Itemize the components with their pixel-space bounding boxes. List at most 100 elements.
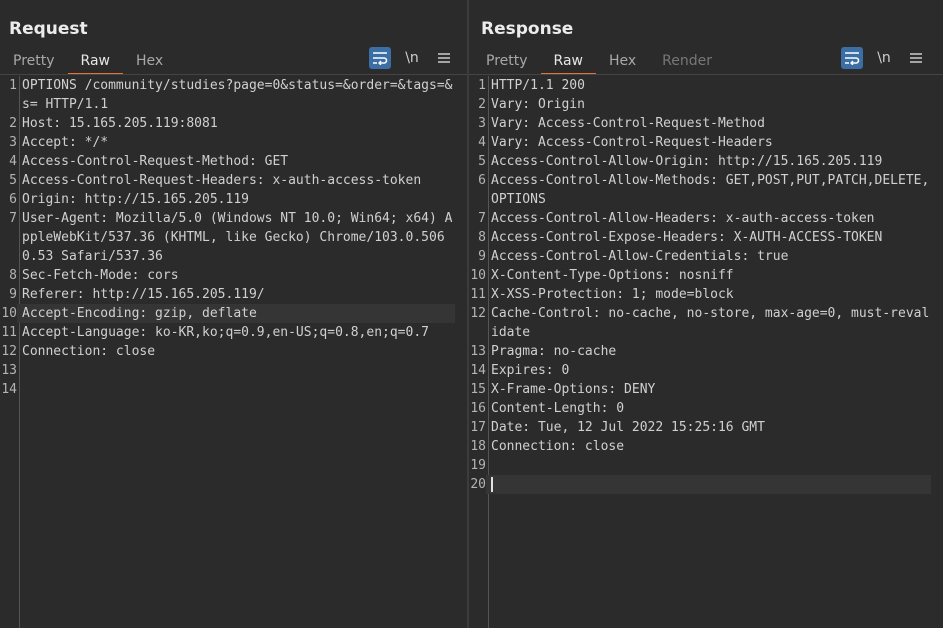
line-number: 9 — [9, 287, 17, 302]
request-tab-hex[interactable]: Hex — [123, 50, 176, 74]
show-newlines-toggle[interactable]: \n — [401, 47, 423, 69]
line-content: Accept-Language: ko-KR,ko;q=0.9,en-US;q=… — [22, 325, 429, 340]
request-editor[interactable]: 1 OPTIONS /community/studies?page=0&statu… — [0, 76, 467, 628]
request-line: 6 Origin: http://15.165.205.119 — [0, 190, 455, 209]
line-content: X-Content-Type-Options: nosniff — [491, 268, 734, 283]
line-number: 1 — [9, 78, 17, 93]
response-tab-pretty[interactable]: Pretty — [473, 50, 541, 74]
line-content: Accept: */* — [22, 135, 109, 150]
request-line: 13 — [0, 361, 455, 380]
line-content: Connection: close — [491, 439, 625, 454]
line-number: 10 — [1, 306, 17, 321]
line-text: Access-Control-Expose-Headers: X-AUTH-AC… — [486, 228, 931, 247]
show-newlines-toggle[interactable]: \n — [873, 47, 895, 69]
response-tab-render[interactable]: Render — [649, 50, 725, 74]
line-text: Access-Control-Allow-Origin: http://15.1… — [486, 152, 931, 171]
text-cursor — [491, 477, 493, 492]
line-content: Vary: Access-Control-Request-Method — [491, 116, 765, 131]
line-number: 14 — [1, 382, 17, 397]
response-line: 5 Access-Control-Allow-Origin: http://15.… — [469, 152, 931, 171]
response-menu-button[interactable] — [905, 47, 927, 69]
request-line: 1 OPTIONS /community/studies?page=0&statu… — [0, 76, 455, 114]
response-line: 19 — [469, 456, 931, 475]
response-line: 11 X-XSS-Protection: 1; mode=block — [469, 285, 931, 304]
line-text: Vary: Origin — [486, 95, 931, 114]
response-line: 14 Expires: 0 — [469, 361, 931, 380]
request-pane: Request Pretty Raw Hex \n 1 OPTIONS /commun… — [0, 0, 467, 628]
response-editor[interactable]: 1 HTTP/1.1 200 2 Vary: Origin 3 Vary: Access-… — [469, 76, 943, 628]
response-line: 6 Access-Control-Allow-Methods: GET,POST,… — [469, 171, 931, 209]
line-text: Pragma: no-cache — [486, 342, 931, 361]
response-title: Response — [481, 19, 574, 39]
request-line: 9 Referer: http://15.165.205.119/ — [0, 285, 455, 304]
line-number: 6 — [478, 173, 486, 188]
response-line: 4 Vary: Access-Control-Request-Headers — [469, 133, 931, 152]
line-number: 1 — [478, 78, 486, 93]
line-content: Origin: http://15.165.205.119 — [22, 192, 249, 207]
newline-icon: \n — [405, 50, 419, 66]
line-text: HTTP/1.1 200 — [486, 76, 931, 95]
line-number: 18 — [470, 439, 486, 454]
line-number: 5 — [478, 154, 486, 169]
line-text: Sec-Fetch-Mode: cors — [17, 266, 455, 285]
response-line: 13 Pragma: no-cache — [469, 342, 931, 361]
line-content: Referer: http://15.165.205.119/ — [22, 287, 265, 302]
request-line: 11 Accept-Language: ko-KR,ko;q=0.9,en-US;… — [0, 323, 455, 342]
line-number: 20 — [470, 477, 486, 492]
response-line: 15 X-Frame-Options: DENY — [469, 380, 931, 399]
line-text: Referer: http://15.165.205.119/ — [17, 285, 455, 304]
line-number: 8 — [478, 230, 486, 245]
wrap-lines-toggle[interactable] — [369, 47, 391, 69]
line-content: Cache-Control: no-cache, no-store, max-a… — [491, 306, 930, 340]
request-menu-button[interactable] — [433, 47, 455, 69]
line-content: Connection: close — [22, 344, 156, 359]
line-text: Accept-Encoding: gzip, deflate — [17, 304, 455, 323]
line-number: 11 — [1, 325, 17, 340]
response-line: 17 Date: Tue, 12 Jul 2022 15:25:16 GMT — [469, 418, 931, 437]
line-content: X-Frame-Options: DENY — [491, 382, 656, 397]
line-number: 7 — [478, 211, 486, 226]
request-tab-pretty[interactable]: Pretty — [0, 50, 68, 74]
line-number: 2 — [478, 97, 486, 112]
line-text: Origin: http://15.165.205.119 — [17, 190, 455, 209]
request-tab-raw[interactable]: Raw — [67, 50, 124, 75]
line-content: HTTP/1.1 200 — [491, 78, 585, 93]
line-text: OPTIONS /community/studies?page=0&status… — [17, 76, 455, 114]
request-line: 8 Sec-Fetch-Mode: cors — [0, 266, 455, 285]
request-tools: \n — [369, 47, 455, 69]
line-content: Access-Control-Allow-Headers: x-auth-acc… — [491, 211, 875, 226]
response-line: 1 HTTP/1.1 200 — [469, 76, 931, 95]
line-text: Host: 15.165.205.119:8081 — [17, 114, 455, 133]
line-text: X-Frame-Options: DENY — [486, 380, 931, 399]
response-tab-hex[interactable]: Hex — [596, 50, 649, 74]
wrap-lines-toggle[interactable] — [841, 47, 863, 69]
line-content: Sec-Fetch-Mode: cors — [22, 268, 179, 283]
line-number: 2 — [9, 116, 17, 131]
line-content: Access-Control-Allow-Credentials: true — [491, 249, 789, 264]
line-number: 4 — [9, 154, 17, 169]
response-tools: \n — [841, 47, 927, 69]
line-content: Access-Control-Allow-Origin: http://15.1… — [491, 154, 883, 169]
line-text: Vary: Access-Control-Request-Method — [486, 114, 931, 133]
line-text: Access-Control-Allow-Credentials: true — [486, 247, 931, 266]
response-pane: Response Pretty Raw Hex Render \n 1 HTTP/1.1… — [469, 0, 943, 628]
line-text: X-XSS-Protection: 1; mode=block — [486, 285, 931, 304]
line-text: Accept-Language: ko-KR,ko;q=0.9,en-US;q=… — [17, 323, 455, 342]
request-line: 12 Connection: close — [0, 342, 455, 361]
line-text: Content-Length: 0 — [486, 399, 931, 418]
newline-icon: \n — [877, 50, 891, 66]
line-number: 13 — [1, 363, 17, 378]
line-content: OPTIONS /community/studies?page=0&status… — [22, 78, 453, 112]
line-number: 3 — [478, 116, 486, 131]
line-content: Host: 15.165.205.119:8081 — [22, 116, 218, 131]
response-tab-raw[interactable]: Raw — [540, 50, 597, 75]
request-lines: 1 OPTIONS /community/studies?page=0&statu… — [0, 76, 455, 399]
line-content: Content-Length: 0 — [491, 401, 625, 416]
line-number: 8 — [9, 268, 17, 283]
line-text: X-Content-Type-Options: nosniff — [486, 266, 931, 285]
request-line: 14 — [0, 380, 455, 399]
response-tabs: Pretty Raw Hex Render — [473, 50, 725, 75]
line-number: 15 — [470, 382, 486, 397]
line-number: 17 — [470, 420, 486, 435]
line-text: Access-Control-Allow-Methods: GET,POST,P… — [486, 171, 931, 209]
